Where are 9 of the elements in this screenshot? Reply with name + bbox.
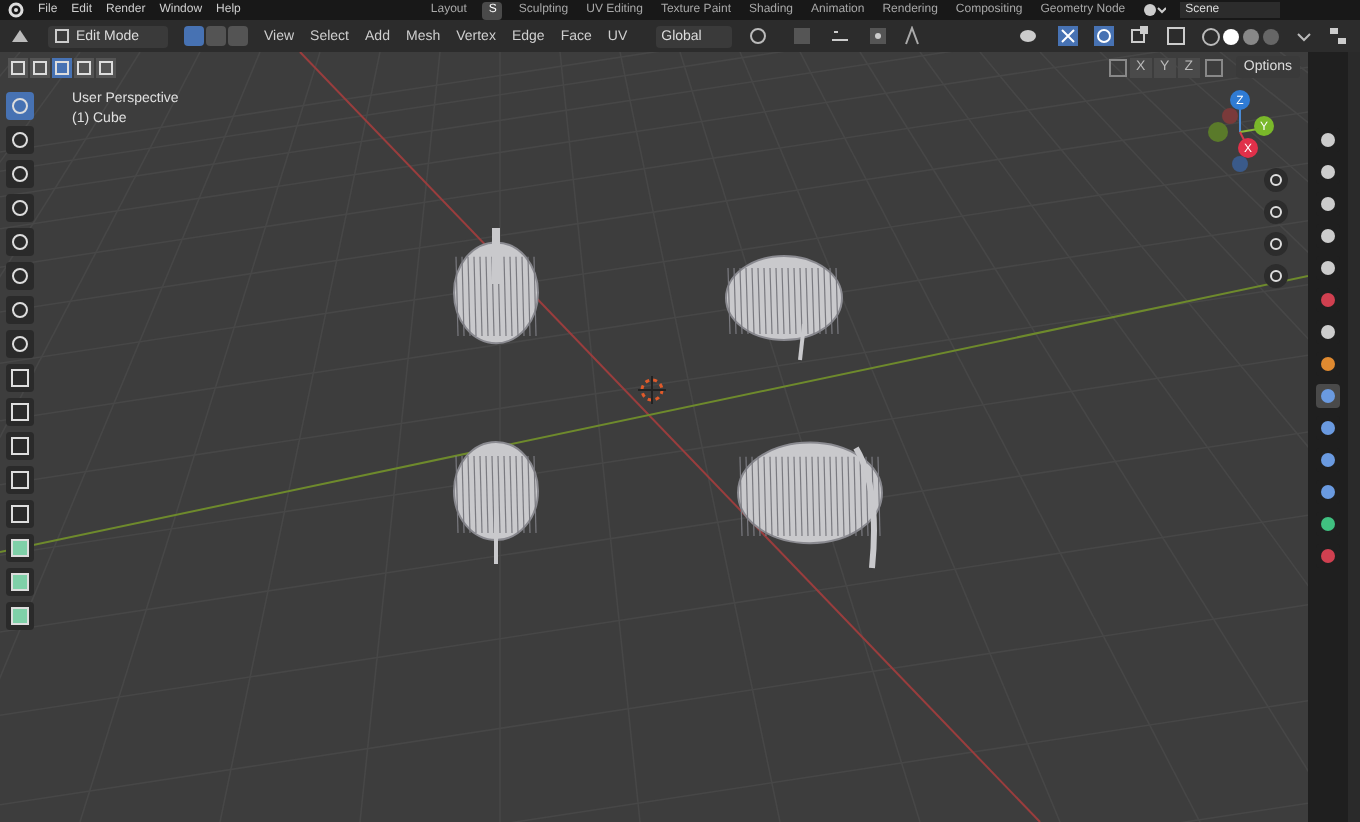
editor-type-icon[interactable] [8,26,32,46]
app-logo-icon[interactable] [8,2,24,18]
snap-target-icon[interactable] [827,26,852,46]
solid-shading-icon[interactable] [1222,27,1240,45]
material-shading-icon[interactable] [1242,27,1260,45]
mesh-icon [54,28,70,44]
rendered-shading-icon[interactable] [1262,27,1280,45]
wireframe-shading-icon[interactable] [1202,27,1220,45]
3d-cursor-icon[interactable] [638,376,666,404]
